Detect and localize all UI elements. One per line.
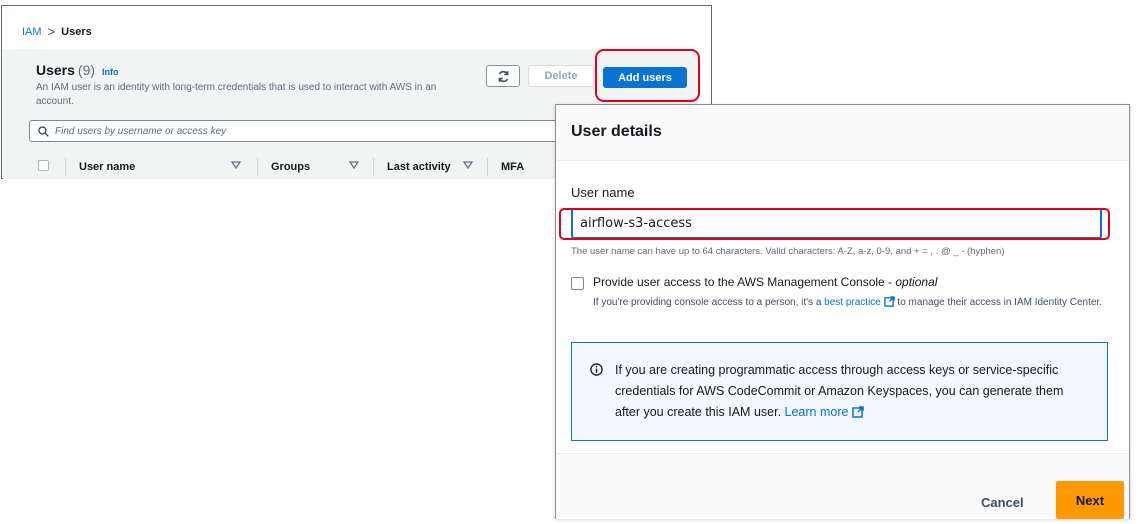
console-access-label[interactable]: Provide user access to the AWS Managemen… bbox=[593, 275, 937, 289]
info-alert-text: If you are creating programmatic access … bbox=[615, 360, 1085, 423]
console-access-text: Provide user access to the AWS Managemen… bbox=[593, 275, 896, 289]
column-divider bbox=[487, 158, 488, 176]
modal-footer bbox=[556, 453, 1129, 519]
sort-caret-icon[interactable] bbox=[231, 161, 241, 169]
users-title-text: Users bbox=[36, 62, 75, 78]
column-groups[interactable]: Groups bbox=[271, 161, 310, 173]
users-description: An IAM user is an identity with long-ter… bbox=[36, 82, 437, 107]
delete-button[interactable]: Delete bbox=[528, 65, 594, 87]
console-access-optional: optional bbox=[895, 275, 938, 289]
external-link-icon[interactable] bbox=[852, 406, 864, 418]
user-name-highlight bbox=[559, 208, 1110, 240]
cancel-button[interactable]: Cancel bbox=[981, 495, 1024, 510]
breadcrumb-iam-link[interactable]: IAM bbox=[22, 26, 42, 38]
search-icon bbox=[38, 125, 49, 137]
breadcrumb-separator: > bbox=[47, 24, 56, 39]
users-title: Users (9) Info bbox=[36, 62, 119, 78]
search-box bbox=[29, 120, 559, 142]
info-alert: If you are creating programmatic access … bbox=[571, 342, 1108, 441]
breadcrumb-current: Users bbox=[61, 25, 92, 38]
user-name-hint: The user name can have up to 64 characte… bbox=[571, 246, 1005, 257]
refresh-button[interactable] bbox=[486, 65, 520, 87]
select-all-checkbox[interactable] bbox=[38, 160, 49, 171]
breadcrumb: IAM > Users bbox=[22, 24, 92, 39]
next-button[interactable]: Next bbox=[1056, 481, 1124, 519]
user-details-modal: User details User name The user name can… bbox=[555, 104, 1130, 519]
user-name-label: User name bbox=[571, 185, 635, 200]
info-link[interactable]: Info bbox=[102, 67, 119, 77]
column-divider bbox=[65, 158, 66, 176]
sort-caret-icon[interactable] bbox=[463, 161, 473, 169]
modal-title: User details bbox=[571, 123, 662, 140]
refresh-icon bbox=[498, 70, 508, 82]
column-mfa[interactable]: MFA bbox=[501, 161, 524, 173]
learn-more-link[interactable]: Learn more bbox=[785, 405, 849, 419]
column-user-name[interactable]: User name bbox=[79, 161, 135, 173]
console-access-description: If you're providing console access to a … bbox=[593, 295, 1103, 310]
column-divider bbox=[257, 158, 258, 176]
external-link-icon[interactable] bbox=[883, 296, 895, 307]
console-desc-pre: If you're providing console access to a … bbox=[593, 297, 825, 308]
search-input[interactable] bbox=[55, 125, 535, 137]
add-users-highlight bbox=[595, 49, 700, 102]
console-desc-post: to manage their access in IAM Identity C… bbox=[894, 297, 1102, 308]
column-last-activity[interactable]: Last activity bbox=[387, 161, 451, 173]
info-circle-icon bbox=[590, 363, 603, 376]
modal-header: User details bbox=[556, 105, 1129, 161]
best-practice-link[interactable]: best practice bbox=[824, 297, 881, 308]
console-access-checkbox[interactable] bbox=[571, 277, 584, 290]
table-header: User name Groups Last activity MFA bbox=[3, 151, 558, 181]
sort-caret-icon[interactable] bbox=[349, 161, 359, 169]
users-count: (9) bbox=[77, 62, 96, 78]
column-divider bbox=[373, 158, 374, 176]
